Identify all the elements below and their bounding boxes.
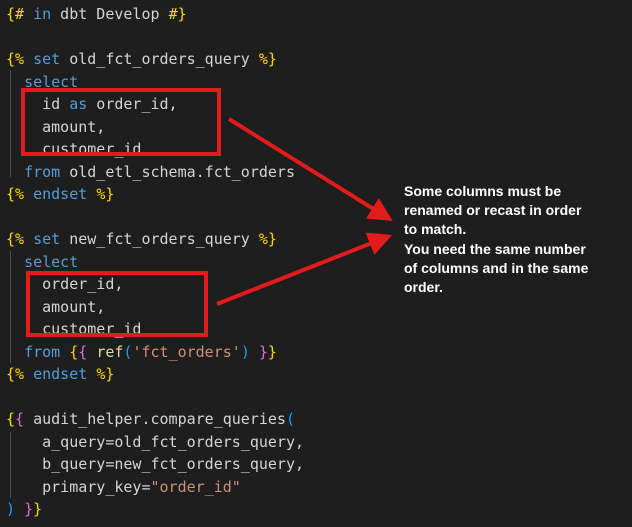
code-line: from {{ ref('fct_orders') }} — [6, 341, 632, 364]
code-line: {# in dbt Develop #} — [6, 3, 632, 26]
code-line: {% set old_fct_orders_query %} — [6, 48, 632, 71]
annotation-note: Some columns must berenamed or recast in… — [404, 182, 630, 297]
annotation-line: to match. — [404, 220, 630, 239]
indent-guide — [10, 251, 11, 363]
code-line: b_query=new_fct_orders_query, — [6, 453, 632, 476]
code-line: {% endset %} — [6, 363, 632, 386]
code-snippet-canvas: {# in dbt Develop #} {% set old_fct_order… — [0, 0, 632, 527]
indent-guide — [10, 432, 11, 498]
code-line — [6, 386, 632, 409]
indent-guide — [10, 70, 11, 177]
code-line: from old_etl_schema.fct_orders — [6, 161, 632, 184]
annotation-line: Some columns must be — [404, 182, 630, 201]
code-line: a_query=old_fct_orders_query, — [6, 431, 632, 454]
old-columns-highlight-box — [21, 88, 221, 156]
code-line: primary_key="order_id" — [6, 476, 632, 499]
code-line: ) }} — [6, 498, 632, 521]
code-line — [6, 26, 632, 49]
new-columns-highlight-box — [26, 271, 208, 337]
annotation-line: of columns and in the same — [404, 259, 630, 278]
annotation-line: You need the same number — [404, 240, 630, 259]
annotation-line: order. — [404, 278, 630, 297]
annotation-line: renamed or recast in order — [404, 201, 630, 220]
code-line: {{ audit_helper.compare_queries( — [6, 408, 632, 431]
